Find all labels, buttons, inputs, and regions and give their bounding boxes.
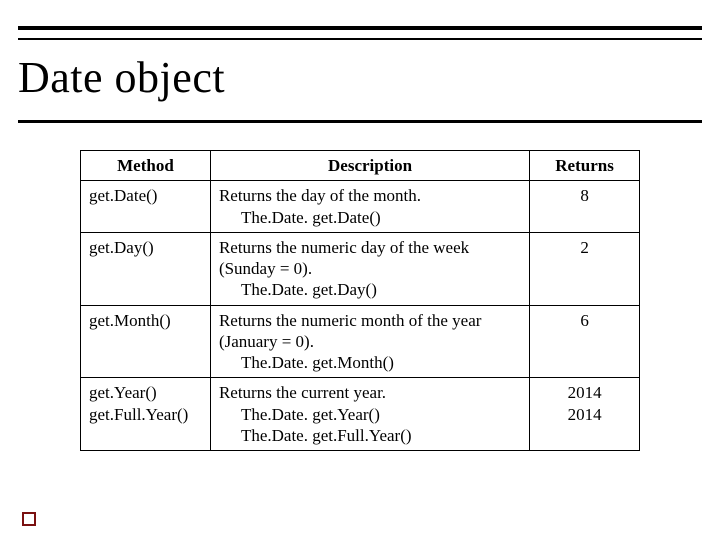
- title-rule: [18, 120, 702, 123]
- table-row: get.Date()Returns the day of the month.T…: [81, 181, 640, 233]
- description-main: Returns the current year.: [219, 382, 521, 403]
- description-cell: Returns the day of the month.The.Date. g…: [210, 181, 529, 233]
- returns-cell: 2: [530, 232, 640, 305]
- header-returns: Returns: [530, 151, 640, 181]
- methods-table: Method Description Returns get.Date()Ret…: [80, 150, 640, 451]
- top-rule: [18, 26, 702, 40]
- description-example: The.Date. get.Day(): [219, 279, 521, 300]
- table-row: get.Month()Returns the numeric month of …: [81, 305, 640, 378]
- table-row: get.Year()get.Full.Year()Returns the cur…: [81, 378, 640, 451]
- accent-square-icon: [22, 512, 36, 526]
- returns-cell: 6: [530, 305, 640, 378]
- description-cell: Returns the numeric month of the year (J…: [210, 305, 529, 378]
- header-method: Method: [81, 151, 211, 181]
- method-cell: get.Year()get.Full.Year(): [81, 378, 211, 451]
- table-body: get.Date()Returns the day of the month.T…: [81, 181, 640, 451]
- description-cell: Returns the numeric day of the week (Sun…: [210, 232, 529, 305]
- description-example: The.Date. get.Date(): [219, 207, 521, 228]
- method-cell: get.Date(): [81, 181, 211, 233]
- description-cell: Returns the current year.The.Date. get.Y…: [210, 378, 529, 451]
- slide: Date object Method Description Returns g…: [0, 0, 720, 540]
- description-example: The.Date. get.Month(): [219, 352, 521, 373]
- method-cell: get.Month(): [81, 305, 211, 378]
- returns-cell: 20142014: [530, 378, 640, 451]
- table-header-row: Method Description Returns: [81, 151, 640, 181]
- description-example: The.Date. get.Year(): [219, 404, 521, 425]
- header-description: Description: [210, 151, 529, 181]
- description-main: Returns the day of the month.: [219, 185, 521, 206]
- description-main: Returns the numeric day of the week (Sun…: [219, 237, 521, 280]
- description-main: Returns the numeric month of the year (J…: [219, 310, 521, 353]
- page-title: Date object: [18, 52, 225, 103]
- returns-cell: 8: [530, 181, 640, 233]
- description-example: The.Date. get.Full.Year(): [219, 425, 521, 446]
- table-row: get.Day()Returns the numeric day of the …: [81, 232, 640, 305]
- method-cell: get.Day(): [81, 232, 211, 305]
